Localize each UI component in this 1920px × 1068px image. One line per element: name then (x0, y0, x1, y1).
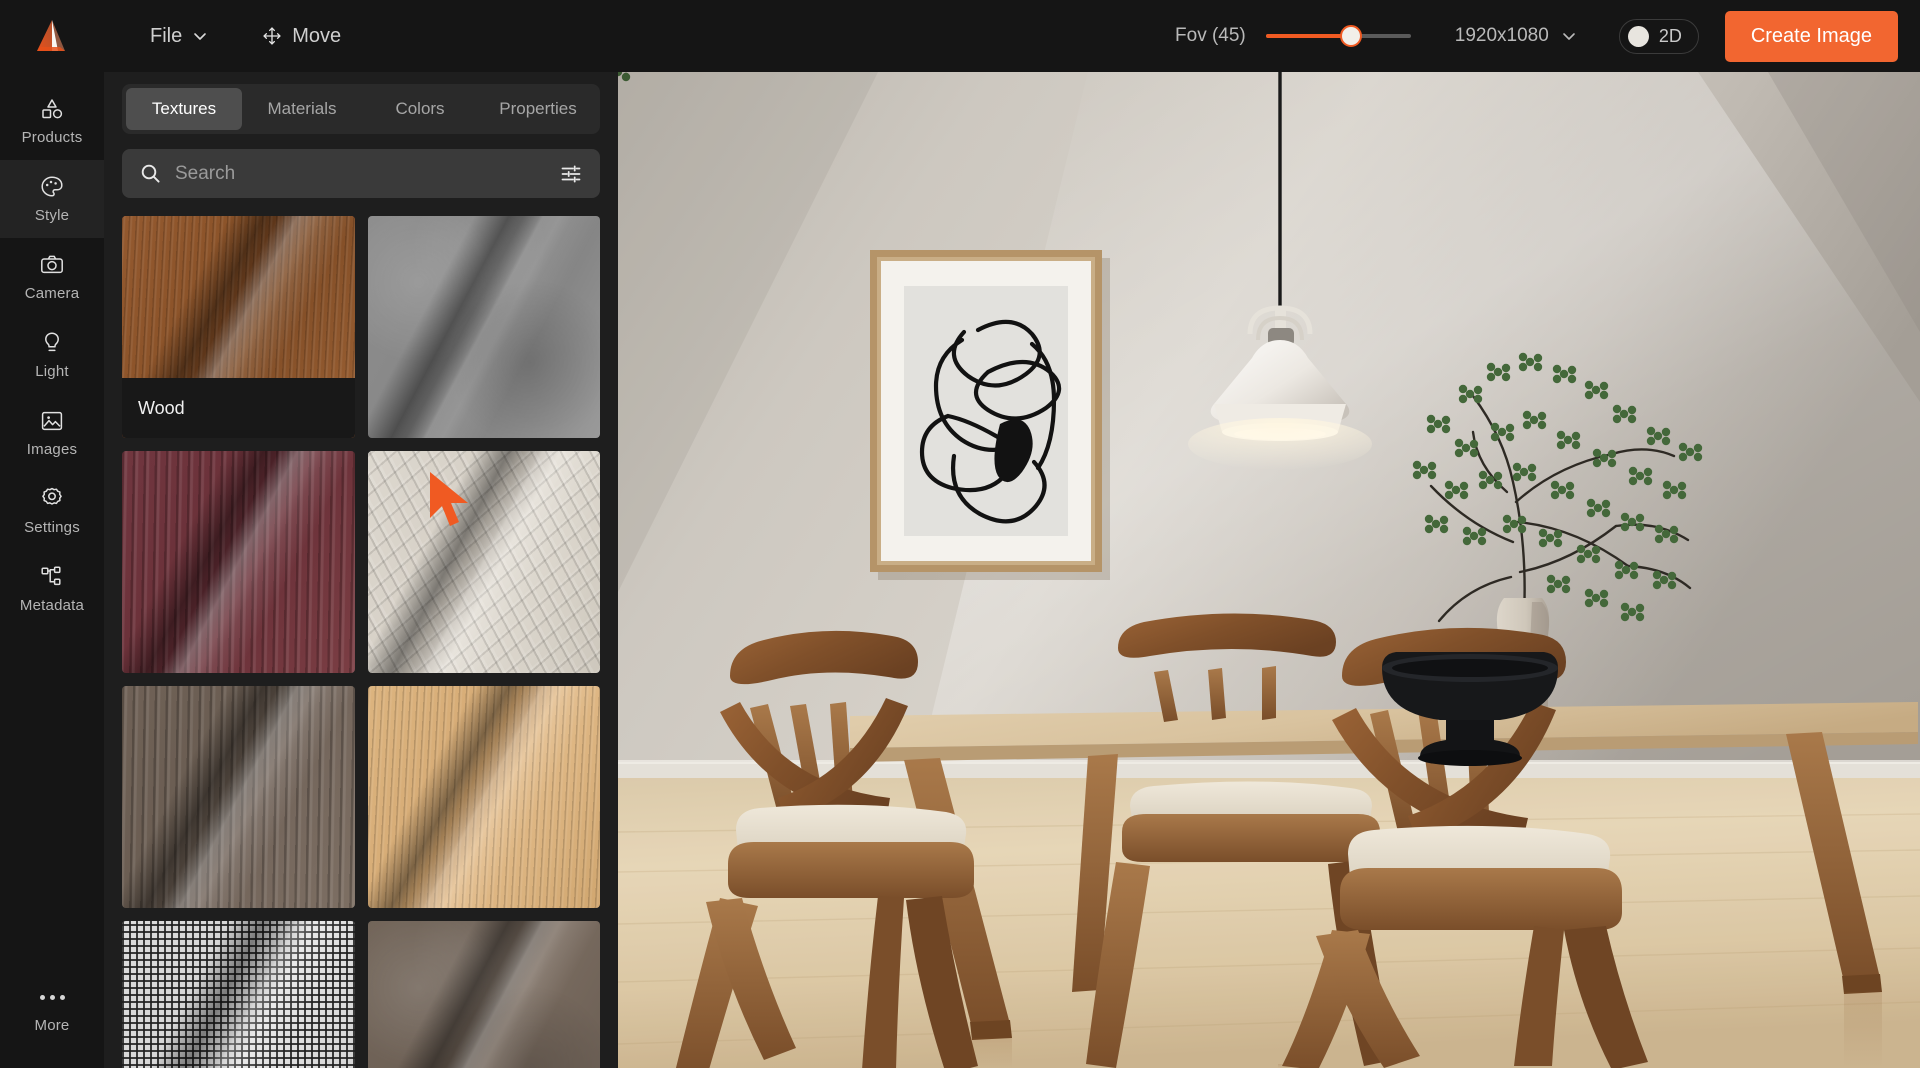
file-menu-button[interactable]: File (138, 19, 220, 54)
file-menu-label: File (150, 24, 183, 47)
sidebar-item-label: Products (21, 129, 83, 146)
texture-grid: Wood (122, 216, 600, 1068)
texture-swatch-woven-mesh[interactable] (122, 921, 355, 1068)
camera-icon (41, 255, 63, 274)
shapes-icon (42, 99, 63, 119)
chevron-down-icon (1563, 33, 1575, 40)
resolution-label: 1920x1080 (1454, 25, 1549, 46)
sidebar-item-products[interactable]: Products (0, 82, 104, 160)
tab-materials[interactable]: Materials (244, 88, 360, 130)
texture-swatch-label: Wood (122, 378, 355, 439)
dining-room-3d-render (618, 72, 1920, 1068)
sidebar-item-label: Images (26, 441, 78, 458)
left-nav-sidebar: Products Style Camera Light Images Setti… (0, 72, 104, 1068)
texture-swatch-grey-suede[interactable] (367, 216, 600, 439)
resolution-dropdown[interactable]: 1920x1080 (1447, 19, 1585, 53)
sidebar-item-images[interactable]: Images (0, 394, 104, 472)
sidebar-item-style[interactable]: Style (0, 160, 104, 238)
texture-fold (367, 686, 600, 909)
sidebar-item-more[interactable]: More (0, 970, 104, 1048)
sidebar-item-label: Light (35, 363, 69, 380)
move-arrows-icon (263, 27, 281, 45)
search-bar (122, 149, 600, 199)
sidebar-item-camera[interactable]: Camera (0, 238, 104, 316)
texture-fold (367, 921, 600, 1068)
image-icon (41, 411, 63, 431)
texture-swatch-mahogany[interactable] (122, 451, 355, 674)
texture-swatch-linen-white[interactable] (367, 451, 600, 674)
framed-wall-art (870, 250, 1110, 580)
texture-preview (367, 451, 600, 674)
tab-properties[interactable]: Properties (480, 88, 596, 130)
dimension-mode-toggle[interactable]: 2D (1618, 18, 1699, 54)
fov-slider[interactable] (1265, 25, 1411, 47)
texture-preview (367, 216, 600, 439)
fov-slider-thumb[interactable] (1340, 25, 1363, 47)
texture-preview (122, 686, 355, 909)
sidebar-item-settings[interactable]: Settings (0, 472, 104, 550)
move-tool-button[interactable]: Move (250, 19, 353, 54)
texture-fold (122, 921, 355, 1068)
tab-textures[interactable]: Textures (126, 88, 242, 130)
texture-swatch-natural-beech[interactable] (367, 686, 600, 909)
fov-slider-fill (1265, 34, 1352, 38)
palette-icon (41, 176, 63, 197)
fov-label: Fov (45) (1175, 25, 1246, 46)
app-logo-pyramid-icon (37, 20, 65, 51)
texture-preview (367, 686, 600, 909)
chevron-down-icon (194, 33, 207, 40)
sidebar-item-label: Settings (24, 519, 80, 536)
main-body: Products Style Camera Light Images Setti… (0, 72, 1920, 1068)
sidebar-item-label: Camera (24, 285, 80, 302)
texture-fold (367, 451, 600, 674)
texture-swatch-wood[interactable]: Wood (122, 216, 355, 439)
texture-preview (367, 921, 600, 1068)
search-icon (141, 164, 160, 183)
app-logo[interactable] (0, 0, 104, 72)
move-tool-label: Move (292, 24, 342, 47)
style-panel: Textures Materials Colors Properties Sea… (104, 72, 618, 1068)
sidebar-item-label: Metadata (19, 597, 85, 614)
texture-fold (367, 216, 600, 439)
toggle-knob (1627, 25, 1649, 47)
sliders-filter-icon[interactable] (560, 163, 582, 185)
fov-control: Fov (45) (1175, 25, 1411, 47)
gear-icon (42, 487, 62, 505)
texture-fold (122, 686, 355, 909)
create-image-button[interactable]: Create Image (1724, 10, 1898, 62)
panel-tabs: Textures Materials Colors Properties (122, 84, 600, 134)
node-tree-icon (41, 566, 61, 586)
mode-toggle-label: 2D (1658, 25, 1682, 46)
texture-preview (122, 451, 355, 674)
top-toolbar: File Move Fov (45) 1920x1080 2D Create I… (0, 0, 1920, 72)
sidebar-item-light[interactable]: Light (0, 316, 104, 394)
search-input[interactable] (175, 162, 546, 185)
texture-swatch-taupe-leather[interactable] (367, 921, 600, 1068)
texture-preview (122, 921, 355, 1068)
render-viewport[interactable] (618, 72, 1920, 1068)
sidebar-item-metadata[interactable]: Metadata (0, 550, 104, 628)
sidebar-item-label: More (34, 1017, 70, 1034)
ellipsis-icon (39, 984, 65, 1010)
app-root: File Move Fov (45) 1920x1080 2D Create I… (0, 0, 1920, 1068)
lightbulb-icon (45, 332, 59, 352)
sidebar-item-label: Style (34, 207, 70, 224)
topbar-right-controls: Fov (45) 1920x1080 2D Create Image (1175, 10, 1920, 62)
tab-colors[interactable]: Colors (362, 88, 478, 130)
texture-swatch-weathered-oak[interactable] (122, 686, 355, 909)
texture-fold (122, 451, 355, 674)
